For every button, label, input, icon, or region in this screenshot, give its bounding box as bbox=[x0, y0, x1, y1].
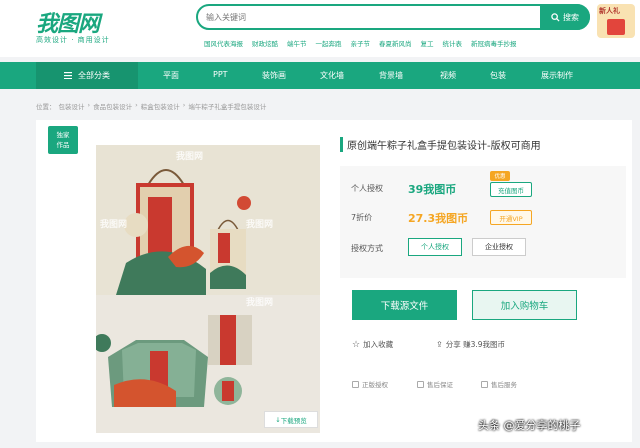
guarantee-icon bbox=[417, 380, 424, 388]
recharge-button[interactable]: 充值图币 bbox=[490, 182, 532, 197]
hotword[interactable]: 端午节 bbox=[287, 38, 307, 48]
personal-price: 39我图币 bbox=[408, 183, 457, 196]
breadcrumb-item[interactable]: 包装设计 bbox=[59, 101, 85, 111]
newbie-gift[interactable]: 新人礼 bbox=[597, 4, 635, 38]
hotword[interactable]: 春夏新风尚 bbox=[379, 38, 412, 48]
shield-icon bbox=[352, 380, 359, 388]
open-vip-label: 开通VIP bbox=[499, 214, 523, 223]
vip-price-label: 7折价 bbox=[351, 213, 373, 222]
open-vip-button[interactable]: 开通VIP bbox=[490, 210, 532, 225]
add-to-cart-button[interactable]: 加入购物车 bbox=[472, 290, 577, 320]
breadcrumb-separator: › bbox=[135, 101, 138, 109]
breadcrumb-separator: › bbox=[87, 101, 91, 109]
nav-item[interactable]: 文化墙 bbox=[320, 70, 344, 81]
hotword[interactable]: 亲子节 bbox=[351, 38, 371, 48]
menu-icon bbox=[64, 72, 72, 79]
site-slogan: 高效设计 · 商用设计 bbox=[36, 36, 110, 44]
service-item: 正版授权 bbox=[352, 379, 388, 389]
preview-watermark: 我图网 bbox=[176, 152, 204, 162]
site-header: 我图网 高效设计 · 商用设计 搜索 国风代表海报 财政炫酷 端午节 一起奔跑 … bbox=[0, 0, 640, 57]
download-source-label: 下载源文件 bbox=[380, 301, 429, 312]
exclusive-tag: 独家 作品 bbox=[48, 126, 78, 154]
discount-badge: 优惠 bbox=[490, 171, 510, 181]
favorite-label: 加入收藏 bbox=[363, 340, 394, 349]
support-icon bbox=[481, 380, 488, 388]
service-label: 售后保证 bbox=[427, 381, 453, 389]
newbie-gift-label: 新人礼 bbox=[599, 7, 620, 15]
download-preview-label: 下载预览 bbox=[280, 416, 307, 425]
search-button-label: 搜索 bbox=[563, 12, 579, 22]
breadcrumb-item[interactable]: 端午粽子礼盒手提包装设计 bbox=[188, 101, 266, 111]
product-title: 原创端午粽子礼盒手提包装设计-版权可商用 bbox=[340, 137, 541, 152]
hotword[interactable]: 一起奔跑 bbox=[316, 38, 342, 48]
add-to-cart-label: 加入购物车 bbox=[500, 301, 549, 312]
share-button[interactable]: ⇪ 分享 赚3.9我图币 bbox=[436, 339, 505, 350]
red-envelope-icon bbox=[607, 19, 625, 35]
service-item: 售后保证 bbox=[417, 379, 453, 389]
download-preview-button[interactable]: ↓ 下载预览 bbox=[264, 411, 318, 428]
nav-item[interactable]: 装饰画 bbox=[262, 70, 286, 81]
site-logo[interactable]: 我图网 bbox=[36, 6, 100, 38]
nav-item[interactable]: 背景墙 bbox=[379, 70, 403, 81]
search-button[interactable]: 搜索 bbox=[540, 4, 590, 30]
preview-watermark: 我图网 bbox=[246, 220, 274, 230]
license-option-enterprise[interactable]: 企业授权 bbox=[472, 238, 526, 256]
all-categories-button[interactable]: 全部分类 bbox=[36, 62, 138, 89]
download-source-button[interactable]: 下载源文件 bbox=[352, 290, 457, 320]
service-label: 售后服务 bbox=[491, 381, 517, 389]
nav-item[interactable]: 平面 bbox=[163, 70, 179, 81]
breadcrumb-item[interactable]: 食品包装设计 bbox=[93, 101, 132, 111]
preview-watermark: 我图网 bbox=[100, 220, 128, 230]
license-option-label: 企业授权 bbox=[485, 243, 513, 251]
share-icon: ⇪ bbox=[436, 340, 443, 349]
hotword[interactable]: 新冠病毒手抄报 bbox=[471, 38, 517, 48]
service-label: 正版授权 bbox=[362, 381, 388, 389]
search-input[interactable] bbox=[206, 9, 526, 26]
hotword[interactable]: 国风代表海报 bbox=[204, 38, 243, 48]
hotword[interactable]: 复工 bbox=[421, 38, 434, 48]
discount-badge-label: 优惠 bbox=[494, 174, 506, 180]
preview-watermark: 我图网 bbox=[246, 298, 274, 308]
license-type-label: 授权方式 bbox=[351, 244, 383, 253]
all-categories-label: 全部分类 bbox=[78, 71, 110, 80]
packaging-illustration bbox=[96, 169, 252, 407]
favorite-button[interactable]: ☆ 加入收藏 bbox=[352, 339, 393, 350]
license-option-personal[interactable]: 个人授权 bbox=[408, 238, 462, 256]
search-bar: 搜索 bbox=[196, 4, 590, 30]
main-nav: 全部分类 平面 PPT 装饰画 文化墙 背景墙 视频 包装 展示制作 bbox=[0, 62, 640, 89]
product-preview-image[interactable]: 我图网 我图网 我图网 我图网 bbox=[96, 145, 320, 433]
hotword[interactable]: 统计表 bbox=[443, 38, 463, 48]
nav-item[interactable]: PPT bbox=[213, 70, 228, 79]
personal-license-label: 个人授权 bbox=[351, 184, 383, 193]
nav-item[interactable]: 包装 bbox=[490, 70, 506, 81]
breadcrumb-separator: › bbox=[182, 101, 186, 109]
vip-price: 27.3我图币 bbox=[408, 212, 469, 225]
share-label: 分享 赚3.9我图币 bbox=[445, 340, 506, 349]
hotword[interactable]: 财政炫酷 bbox=[252, 38, 278, 48]
star-icon: ☆ bbox=[352, 339, 361, 350]
exclusive-tag-line: 独家 bbox=[56, 131, 70, 139]
breadcrumb-label: 位置： bbox=[36, 103, 56, 111]
exclusive-tag-line: 作品 bbox=[56, 141, 70, 149]
license-option-label: 个人授权 bbox=[421, 243, 449, 251]
source-watermark: 头条 @爱分享的桃子 bbox=[478, 419, 581, 432]
search-icon bbox=[551, 12, 560, 22]
recharge-button-label: 充值图币 bbox=[498, 186, 524, 195]
hotwords: 国风代表海报 财政炫酷 端午节 一起奔跑 亲子节 春夏新风尚 复工 统计表 新冠… bbox=[204, 38, 517, 48]
breadcrumb-item[interactable]: 粽盒包装设计 bbox=[141, 101, 180, 111]
service-item: 售后服务 bbox=[481, 379, 517, 389]
breadcrumb: 位置： 包装设计 › 食品包装设计 › 粽盒包装设计 › 端午粽子礼盒手提包装设… bbox=[36, 101, 266, 111]
nav-item[interactable]: 视频 bbox=[440, 70, 456, 81]
nav-item[interactable]: 展示制作 bbox=[541, 70, 573, 81]
